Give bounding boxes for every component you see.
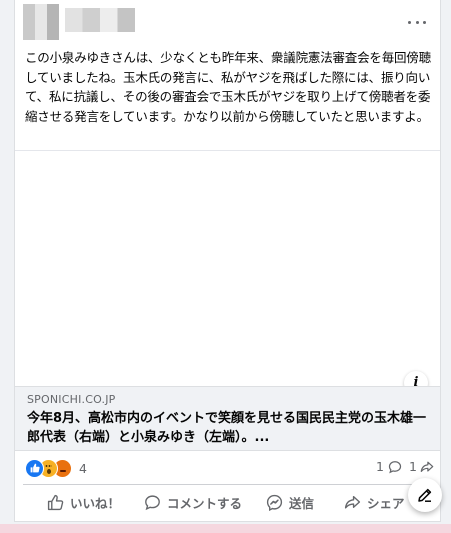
avatar[interactable]: [23, 4, 59, 40]
edit-pencil-icon: [418, 488, 432, 502]
comment-label: コメントする: [167, 495, 243, 511]
send-button[interactable]: 送信: [256, 487, 324, 517]
bottom-strip: [0, 524, 451, 533]
more-options-icon[interactable]: [408, 13, 426, 31]
link-domain: SPONICHI.CO.JP: [27, 393, 116, 406]
reactions-summary[interactable]: 4: [25, 458, 87, 478]
post-actions: いいね！ コメントする 送信 シェア: [23, 484, 434, 519]
share-count-value: 1: [409, 459, 417, 474]
comment-button[interactable]: コメントする: [134, 487, 252, 517]
link-title: 今年8月、高松市内のイベントで笑顔を見せる国民民主党の玉木雄一郎代表（右端）と小…: [27, 411, 427, 445]
share-button[interactable]: シェア: [334, 487, 415, 517]
messenger-icon: [266, 494, 283, 511]
thumbs-up-icon: [47, 494, 64, 510]
post-card: この小泉みゆきさんは、少なくとも昨年来、衆議院憲法審査会を毎回傍聴していましたね…: [14, 0, 441, 522]
like-button[interactable]: いいね！: [37, 487, 130, 517]
reaction-count: 4: [79, 460, 87, 476]
post-header: [15, 0, 440, 44]
comment-icon: [145, 494, 160, 510]
link-preview[interactable]: SPONICHI.CO.JP 今年8月、高松市内のイベントで笑顔を見せる国民民主…: [15, 386, 440, 451]
like-reaction-icon: [25, 458, 44, 478]
compose-message-button[interactable]: [408, 478, 442, 512]
share-arrow-icon: [420, 461, 434, 472]
comment-bubble-icon: [388, 460, 402, 473]
send-label: 送信: [289, 495, 315, 511]
author-name-blurred[interactable]: [65, 8, 135, 32]
post-stats: 4 1 1: [15, 455, 440, 481]
share-icon: [344, 495, 361, 509]
shares-count[interactable]: 1: [409, 459, 434, 474]
comments-count[interactable]: 1: [376, 459, 402, 474]
share-label: シェア: [367, 495, 405, 511]
link-image-area[interactable]: [15, 150, 440, 387]
comment-count-value: 1: [376, 459, 384, 474]
post-text: この小泉みゆきさんは、少なくとも昨年来、衆議院憲法審査会を毎回傍聴していましたね…: [25, 50, 431, 124]
like-label: いいね！: [70, 495, 121, 511]
